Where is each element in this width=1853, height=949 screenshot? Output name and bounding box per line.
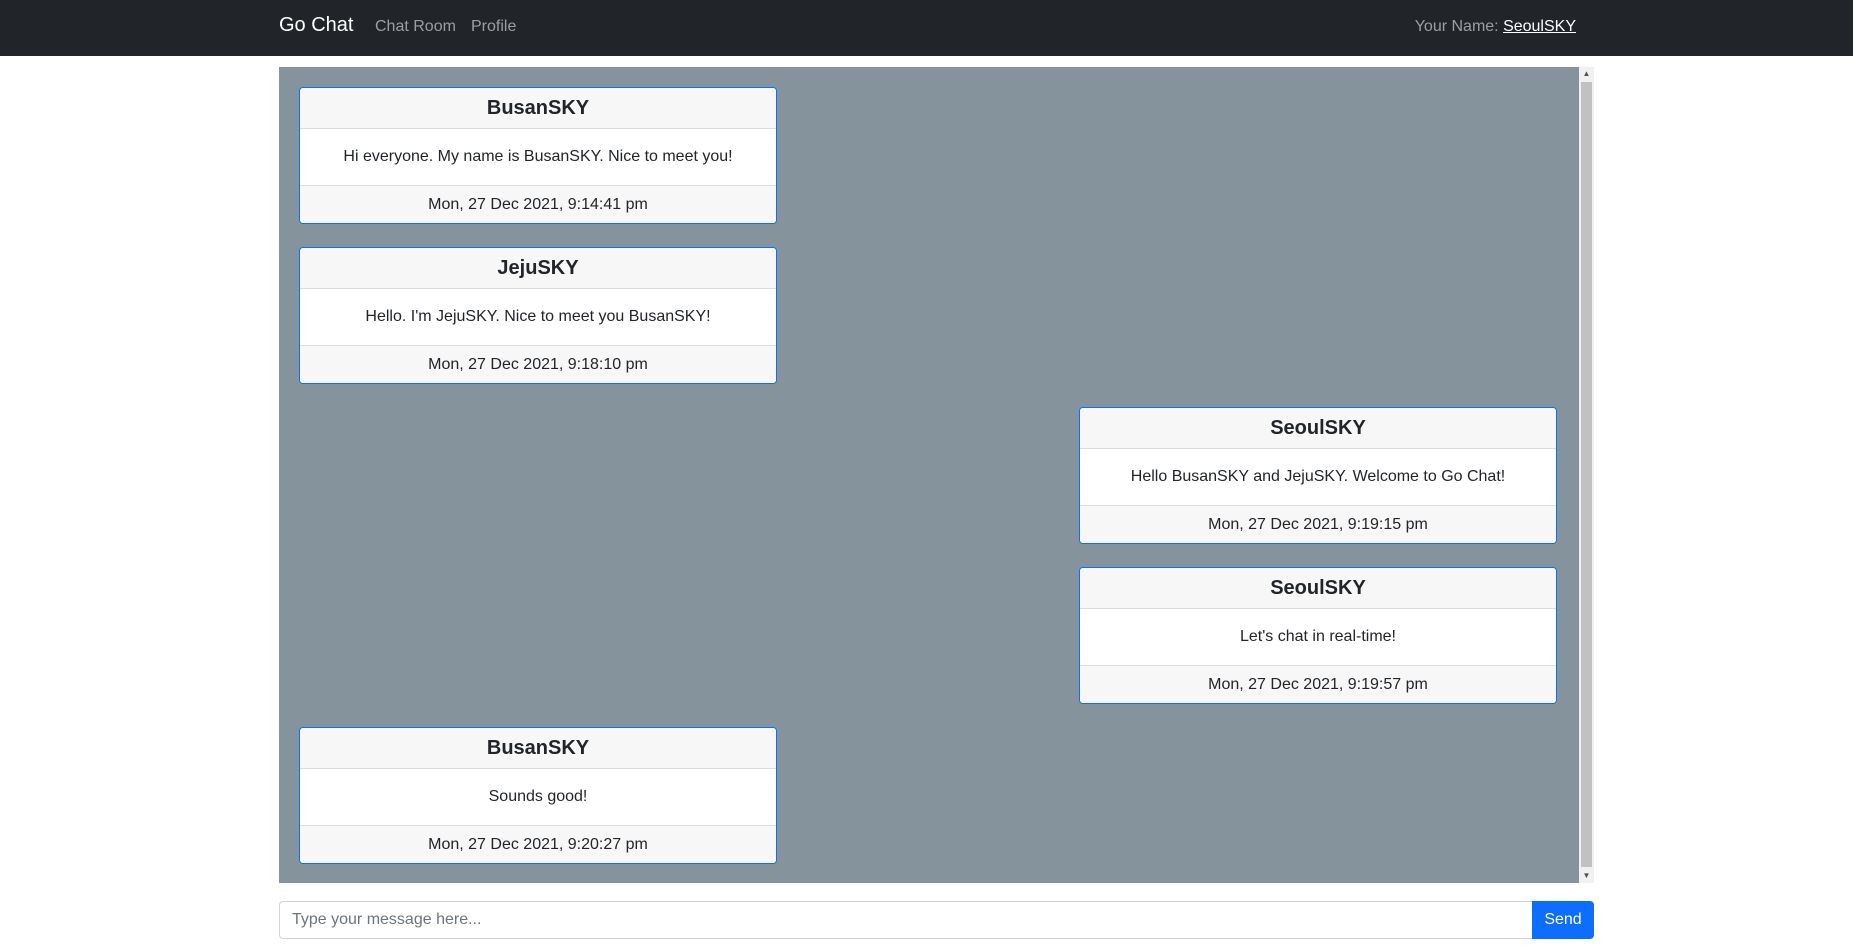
message-text: Hello BusanSKY and JejuSKY. Welcome to G… [1080,449,1556,506]
scroll-up-arrow-icon[interactable]: ▲ [1579,67,1594,81]
message-author: JejuSKY [300,248,776,289]
scroll-thumb[interactable] [1581,82,1592,867]
user-name-label: Your Name: [1414,18,1504,35]
message-timestamp: Mon, 27 Dec 2021, 9:18:10 pm [300,346,776,383]
send-button[interactable]: Send [1532,901,1594,939]
scroll-down-arrow-icon[interactable]: ▼ [1579,869,1594,883]
message-timestamp: Mon, 27 Dec 2021, 9:20:27 pm [300,826,776,863]
brand-link[interactable]: Go Chat [279,14,353,37]
message-text: Hi everyone. My name is BusanSKY. Nice t… [300,129,776,186]
message-card: JejuSKY Hello. I'm JejuSKY. Nice to meet… [299,247,777,384]
chat-scrollbar[interactable]: ▲ ▼ [1579,67,1594,883]
chat-messages-area[interactable]: BusanSKY Hi everyone. My name is BusanSK… [279,67,1594,883]
message-input[interactable] [279,901,1532,939]
nav-link-profile[interactable]: Profile [471,18,516,36]
message-card: BusanSKY Hi everyone. My name is BusanSK… [299,87,777,224]
message-timestamp: Mon, 27 Dec 2021, 9:19:15 pm [1080,506,1556,543]
navbar: Go Chat Chat Room Profile Your Name: Seo… [0,0,1853,56]
message-card: SeoulSKY Let's chat in real-time! Mon, 2… [1079,567,1557,704]
nav-link-chat-room[interactable]: Chat Room [375,18,456,36]
message-composer: Send [279,901,1594,939]
message-card: BusanSKY Sounds good! Mon, 27 Dec 2021, … [299,727,777,864]
message-card: SeoulSKY Hello BusanSKY and JejuSKY. Wel… [1079,407,1557,544]
message-author: SeoulSKY [1080,408,1556,449]
message-author: BusanSKY [300,728,776,769]
message-timestamp: Mon, 27 Dec 2021, 9:19:57 pm [1080,666,1556,703]
message-text: Sounds good! [300,769,776,826]
message-author: SeoulSKY [1080,568,1556,609]
message-text: Hello. I'm JejuSKY. Nice to meet you Bus… [300,289,776,346]
message-author: BusanSKY [300,88,776,129]
message-timestamp: Mon, 27 Dec 2021, 9:14:41 pm [300,186,776,223]
current-user: Your Name: SeoulSKY [1415,18,1576,36]
user-name-link[interactable]: SeoulSKY [1503,18,1576,35]
message-text: Let's chat in real-time! [1080,609,1556,666]
